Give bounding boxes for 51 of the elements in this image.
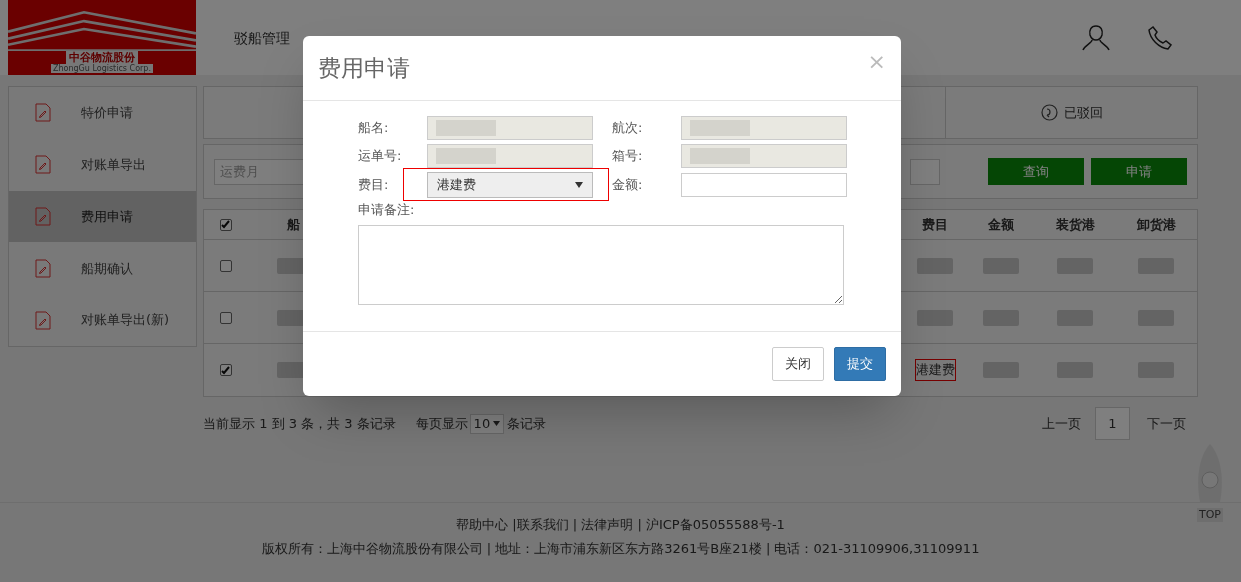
column-header: 金额 bbox=[988, 215, 1014, 234]
column-header: 装货港 bbox=[1055, 215, 1095, 234]
checkbox[interactable] bbox=[219, 259, 232, 272]
nav-link[interactable]: 驳船管理 bbox=[234, 28, 290, 49]
logo-text: 中谷物流股份 bbox=[66, 51, 138, 64]
footer-links: 帮助中心 |联系我们 | 法律声明 | 沪ICP备05055588号-1 bbox=[456, 516, 785, 534]
document-icon bbox=[35, 155, 51, 175]
dialog-button[interactable]: 关闭 bbox=[772, 347, 824, 381]
field-label: 运单号: bbox=[358, 147, 403, 166]
document-icon bbox=[35, 310, 51, 330]
checkbox[interactable] bbox=[219, 311, 232, 324]
column-header: 费目 bbox=[922, 215, 948, 234]
fee-select[interactable]: 港建费 bbox=[427, 172, 593, 198]
field-label: 费目: bbox=[358, 176, 390, 195]
text-field[interactable] bbox=[910, 158, 940, 185]
amount-field[interactable] bbox=[681, 173, 847, 197]
redacted-block bbox=[917, 257, 953, 274]
dropdown-icon bbox=[493, 421, 501, 426]
search-button[interactable]: 查询 bbox=[988, 158, 1084, 185]
status-tab[interactable]: 已驳回 bbox=[946, 87, 1197, 138]
column-header: 卸货港 bbox=[1136, 215, 1176, 234]
top-label[interactable]: TOP bbox=[1197, 508, 1223, 522]
field-label: 箱号: bbox=[612, 147, 644, 166]
per-page-suffix: 条记录 bbox=[507, 414, 547, 433]
phone-icon[interactable] bbox=[1147, 24, 1173, 51]
checkbox[interactable] bbox=[219, 364, 232, 376]
logo-subtitle: ZhongGu Logistics Corp. bbox=[51, 64, 153, 73]
remark-field[interactable] bbox=[358, 224, 844, 305]
sidebar-item[interactable]: 费用申请 bbox=[9, 190, 196, 243]
record-summary: 当前显示 1 到 3 条，共 3 条记录 bbox=[203, 414, 396, 433]
search-button[interactable]: 申请 bbox=[1091, 158, 1187, 185]
checkbox[interactable] bbox=[219, 218, 232, 231]
document-icon bbox=[35, 103, 51, 123]
page-number[interactable]: 1 bbox=[1095, 407, 1130, 440]
dropdown-icon bbox=[575, 182, 583, 188]
column-header: 船 bbox=[287, 215, 300, 234]
field-label: 申请备注: bbox=[358, 201, 416, 219]
document-icon bbox=[35, 258, 51, 278]
copyright-text: 版权所有：上海中谷物流股份有限公司 | 地址：上海市浦东新区东方路3261号B座21楼 | 电话：021-31109906,31109911 bbox=[261, 539, 980, 558]
table-cell: 港建费 bbox=[914, 359, 956, 381]
dialog-button[interactable]: 提交 bbox=[834, 347, 886, 381]
return-icon bbox=[1040, 104, 1058, 121]
page-size-select[interactable]: 10 bbox=[469, 413, 505, 434]
redacted-block bbox=[917, 309, 953, 326]
document-icon bbox=[35, 207, 51, 226]
field-label: 航次: bbox=[612, 119, 644, 138]
dialog-title: 费用申请 bbox=[318, 53, 410, 83]
field-label: 船名: bbox=[358, 119, 390, 138]
user-icon[interactable] bbox=[1081, 22, 1111, 53]
per-page-label: 每页显示 bbox=[415, 414, 468, 433]
field-label: 金额: bbox=[612, 176, 644, 195]
